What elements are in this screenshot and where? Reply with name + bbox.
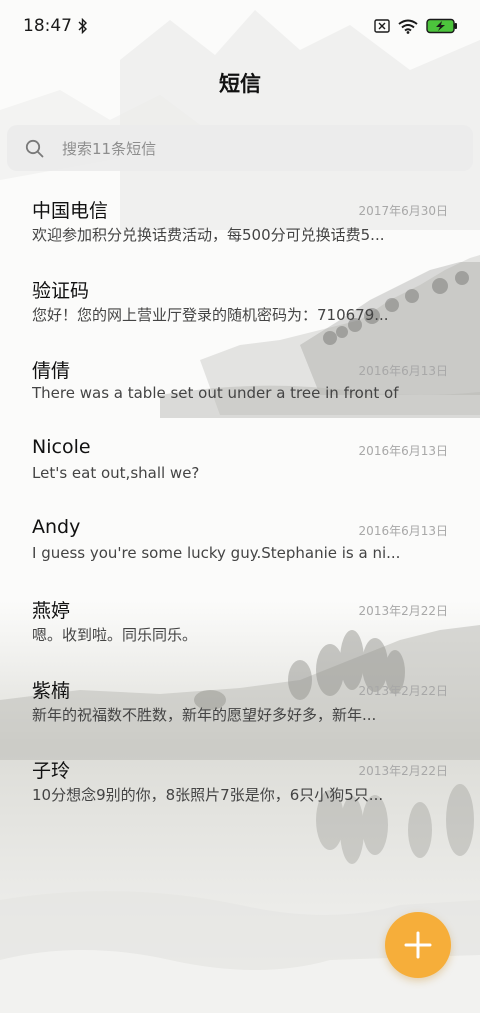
bluetooth-icon (78, 18, 87, 34)
conversation-item[interactable]: Andy 2016年6月13日 I guess you're some luck… (0, 504, 480, 584)
contact-name: 验证码 (32, 280, 90, 302)
contact-name: Nicole (32, 436, 91, 458)
status-bar: 18:47 (0, 0, 480, 52)
search-bar[interactable]: 搜索11条短信 (7, 125, 473, 171)
message-date: 2013年2月22日 (358, 764, 448, 778)
page-title: 短信 (219, 72, 261, 96)
contact-name: 紫楠 (32, 680, 71, 702)
message-date: 2016年6月13日 (358, 364, 448, 378)
message-preview: 10分想念9别的你，8张照片7张是你，6只小狗5只... (32, 786, 384, 804)
message-date: 2017年6月30日 (358, 204, 448, 218)
contact-name: 倩倩 (32, 360, 71, 382)
conversation-item[interactable]: 紫楠 2013年2月22日 新年的祝福数不胜数，新年的愿望好多好多，新年... (0, 664, 480, 744)
message-preview: There was a table set out under a tree i… (32, 384, 404, 402)
status-time: 18:47 (23, 16, 72, 36)
contact-name: 燕婷 (32, 600, 71, 622)
sim-missing-icon (374, 19, 390, 33)
contact-name: Andy (32, 516, 81, 538)
battery-charging-icon (426, 18, 457, 34)
new-message-button[interactable] (385, 912, 451, 978)
contact-name: 子玲 (32, 760, 71, 782)
contact-name: 中国电信 (32, 200, 109, 222)
plus-icon (404, 931, 432, 959)
message-preview: I guess you're some lucky guy.Stephanie … (32, 544, 401, 562)
message-date: 2013年2月22日 (358, 684, 448, 698)
message-preview: 嗯。收到啦。同乐同乐。 (32, 626, 198, 644)
message-preview: Let's eat out,shall we? (32, 464, 200, 482)
conversation-item[interactable]: Nicole 2016年6月13日 Let's eat out,shall we… (0, 424, 480, 504)
conversation-item[interactable]: 倩倩 2016年6月13日 There was a table set out … (0, 344, 480, 424)
wifi-icon (398, 19, 418, 34)
message-preview: 欢迎参加积分兑换话费活动，每500分可兑换话费5... (32, 226, 385, 244)
conversation-list: 中国电信 2017年6月30日 欢迎参加积分兑换话费活动，每500分可兑换话费5… (0, 184, 480, 824)
search-icon (25, 139, 44, 157)
search-placeholder: 搜索11条短信 (62, 139, 157, 158)
conversation-item[interactable]: 燕婷 2013年2月22日 嗯。收到啦。同乐同乐。 (0, 584, 480, 664)
conversation-item[interactable]: 验证码 您好！您的网上营业厅登录的随机密码为：710679... (0, 264, 480, 344)
message-date: 2016年6月13日 (358, 524, 448, 538)
message-preview: 您好！您的网上营业厅登录的随机密码为：710679... (32, 306, 389, 324)
message-preview: 新年的祝福数不胜数，新年的愿望好多好多，新年... (32, 706, 377, 724)
conversation-item[interactable]: 中国电信 2017年6月30日 欢迎参加积分兑换话费活动，每500分可兑换话费5… (0, 184, 480, 264)
message-date: 2013年2月22日 (358, 604, 448, 618)
conversation-item[interactable]: 子玲 2013年2月22日 10分想念9别的你，8张照片7张是你，6只小狗5只.… (0, 744, 480, 824)
message-date: 2016年6月13日 (358, 444, 448, 458)
